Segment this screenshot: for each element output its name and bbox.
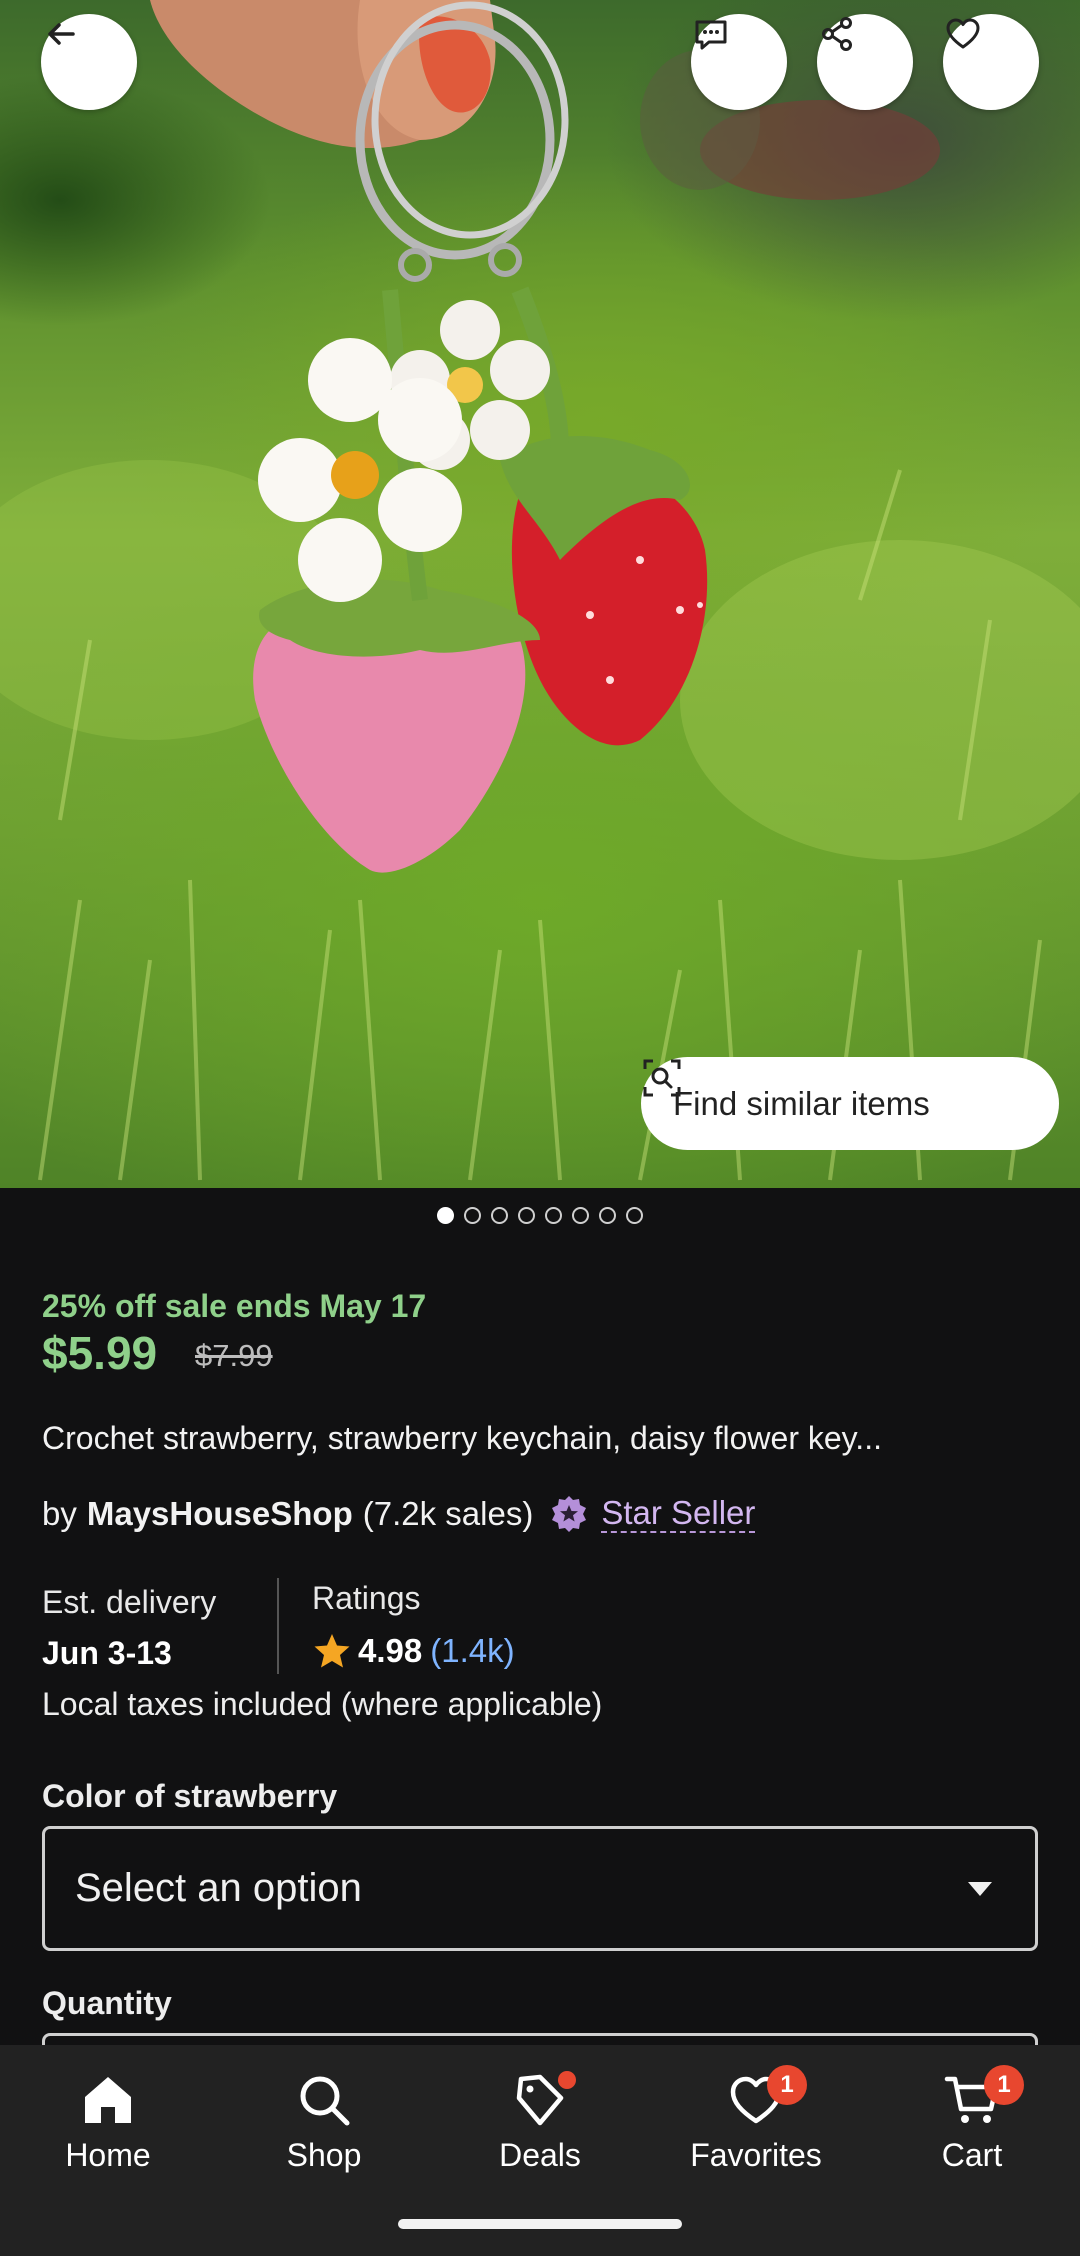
shop-name-link[interactable]: MaysHouseShop	[87, 1495, 353, 1533]
carousel-dot[interactable]	[464, 1207, 481, 1224]
search-icon	[300, 2076, 350, 2126]
star-icon	[314, 1634, 350, 1668]
share-icon	[822, 17, 852, 51]
color-option-label: Color of strawberry	[42, 1778, 338, 1814]
ratings-summary[interactable]: Ratings 4.98 (1.4k)	[312, 1580, 515, 1671]
favorites-badge: 1	[767, 2065, 807, 2105]
caret-down-icon	[968, 1881, 992, 1896]
nav-home[interactable]: Home	[0, 2071, 216, 2174]
product-title[interactable]: Crochet strawberry, strawberry keychain,…	[42, 1420, 1042, 1457]
nav-cart-label: Cart	[941, 2137, 1003, 2173]
image-carousel-indicator	[0, 1207, 1080, 1224]
carousel-dot[interactable]	[491, 1207, 508, 1224]
by-label: by	[42, 1495, 77, 1532]
nav-home-label: Home	[65, 2137, 151, 2173]
nav-deals[interactable]: Deals	[432, 2071, 648, 2174]
rating-value: 4.98	[358, 1632, 423, 1669]
color-select[interactable]: Select an option	[42, 1826, 1038, 1951]
seller-info: by MaysHouseShop (7.2k sales) Star Selle…	[42, 1494, 756, 1534]
back-button[interactable]	[41, 14, 137, 110]
star-seller-badge-icon	[552, 1496, 587, 1532]
carousel-dot[interactable]	[572, 1207, 589, 1224]
rating-count-link[interactable]: (1.4k)	[430, 1632, 514, 1670]
home-icon	[85, 2077, 131, 2123]
sale-banner: 25% off sale ends May 17	[42, 1288, 427, 1324]
ratings-label: Ratings	[312, 1580, 421, 1616]
carousel-dot[interactable]	[545, 1207, 562, 1224]
heart-outline-icon	[946, 18, 980, 49]
shop-sales-count: (7.2k sales)	[362, 1495, 534, 1532]
nav-deals-label: Deals	[499, 2137, 581, 2173]
taxes-note: Local taxes included (where applicable)	[42, 1686, 603, 1722]
visual-search-icon	[643, 1059, 681, 1097]
estimated-delivery: Est. delivery Jun 3-13	[42, 1584, 216, 1672]
message-seller-button[interactable]	[691, 14, 787, 110]
home-indicator	[398, 2219, 682, 2229]
arrow-left-icon	[48, 23, 75, 45]
carousel-dot[interactable]	[437, 1207, 454, 1224]
delivery-label: Est. delivery	[42, 1584, 217, 1620]
nav-favorites-label: Favorites	[690, 2137, 822, 2173]
product-photo-illustration	[0, 0, 1080, 1181]
product-image[interactable]: Find similar items	[0, 0, 1080, 1188]
quantity-label: Quantity	[42, 1985, 172, 2021]
carousel-dot[interactable]	[626, 1207, 643, 1224]
deals-notification-dot	[558, 2071, 576, 2089]
star-seller-link[interactable]: Star Seller	[601, 1494, 756, 1534]
nav-cart[interactable]: 1 Cart	[864, 2065, 1080, 2174]
carousel-dot[interactable]	[518, 1207, 535, 1224]
delivery-dates: Jun 3-13	[42, 1635, 172, 1671]
find-similar-button[interactable]: Find similar items	[641, 1057, 1059, 1150]
cart-badge: 1	[984, 2065, 1024, 2105]
original-price: $7.99	[195, 1338, 273, 1373]
nav-shop-label: Shop	[286, 2137, 362, 2173]
sale-price: $5.99	[42, 1327, 158, 1379]
divider	[277, 1578, 279, 1674]
share-button[interactable]	[817, 14, 913, 110]
find-similar-label: Find similar items	[673, 1084, 930, 1122]
nav-favorites[interactable]: 1 Favorites	[648, 2065, 864, 2174]
favorite-button[interactable]	[943, 14, 1039, 110]
nav-shop[interactable]: Shop	[216, 2071, 432, 2174]
color-select-value: Select an option	[75, 1866, 362, 1910]
chat-icon	[695, 20, 727, 50]
carousel-dot[interactable]	[599, 1207, 616, 1224]
